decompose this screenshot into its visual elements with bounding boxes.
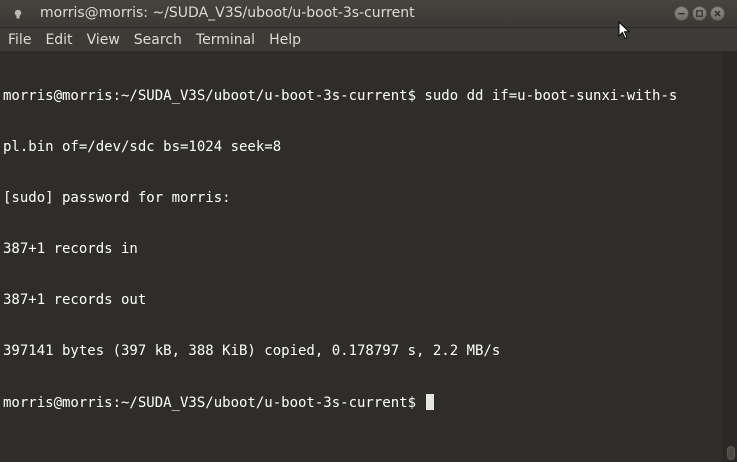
terminal-lines: morris@morris:~/SUDA_V3S/uboot/u-boot-3s… xyxy=(3,54,677,445)
menu-file[interactable]: File xyxy=(0,28,38,52)
terminal-prompt-line: morris@morris:~/SUDA_V3S/uboot/u-boot-3s… xyxy=(3,394,677,411)
window-controls xyxy=(674,6,725,21)
text-cursor xyxy=(426,394,435,410)
maximize-icon[interactable] xyxy=(692,6,707,21)
terminal-line: pl.bin of=/dev/sdc bs=1024 seek=8 xyxy=(3,139,282,155)
scrollbar-thumb[interactable] xyxy=(727,446,735,460)
terminal-line: 387+1 records in xyxy=(3,241,138,257)
terminal-line: morris@morris:~/SUDA_V3S/uboot/u-boot-3s… xyxy=(3,88,678,104)
menu-view[interactable]: View xyxy=(80,28,127,52)
terminal-line: 387+1 records out xyxy=(3,292,147,308)
minimize-icon[interactable] xyxy=(674,6,689,21)
window-title: morris@morris: ~/SUDA_V3S/uboot/u-boot-3… xyxy=(40,5,415,21)
terminal-line: 397141 bytes (397 kB, 388 KiB) copied, 0… xyxy=(3,343,501,359)
menu-terminal[interactable]: Terminal xyxy=(189,28,262,52)
terminal-output[interactable]: morris@morris:~/SUDA_V3S/uboot/u-boot-3s… xyxy=(0,52,723,462)
menu-edit[interactable]: Edit xyxy=(38,28,79,52)
terminal-line: [sudo] password for morris: xyxy=(3,190,231,206)
terminal-scrollbar[interactable] xyxy=(723,52,737,462)
menu-search[interactable]: Search xyxy=(127,28,189,52)
terminal-app-icon xyxy=(12,8,24,20)
menu-help[interactable]: Help xyxy=(262,28,308,52)
close-icon[interactable] xyxy=(710,6,725,21)
terminal-prompt: morris@morris:~/SUDA_V3S/uboot/u-boot-3s… xyxy=(3,395,425,411)
terminal-window: morris@morris: ~/SUDA_V3S/uboot/u-boot-3… xyxy=(0,0,737,462)
mouse-pointer-icon xyxy=(618,20,631,44)
